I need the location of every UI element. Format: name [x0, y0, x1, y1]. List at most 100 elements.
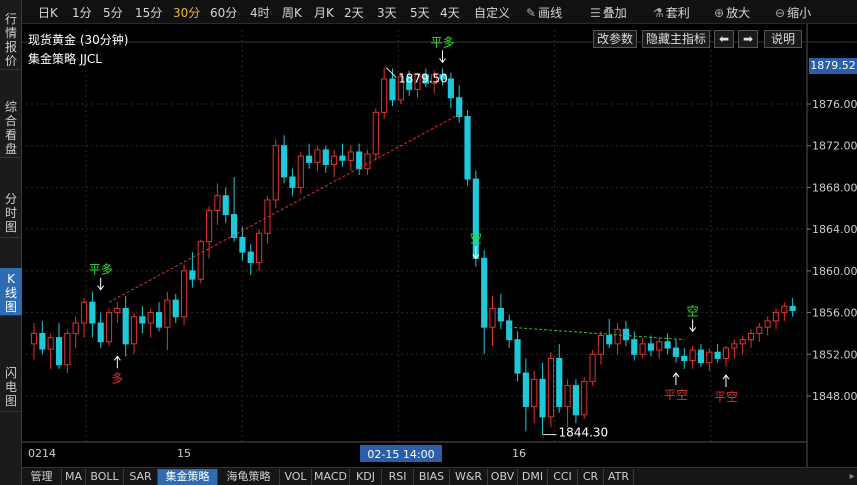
indicator-tabs: 管理 MA BOLL SAR 集金策略 海龟策略 VOL MACD KDJ RS… [22, 467, 857, 485]
period-week[interactable]: 周K [282, 4, 302, 21]
candle-body [347, 151, 354, 161]
period-2day[interactable]: 2天 [344, 4, 364, 21]
tabs-scroll-right-icon[interactable]: ▸ [847, 468, 857, 485]
candle [531, 370, 538, 424]
signal-marker: 空 [687, 304, 699, 333]
candle-body [164, 299, 171, 328]
period-toolbar: 日K 1分 5分 15分 30分 60分 4时 周K 月K 2天 3天 5天 4… [22, 0, 857, 24]
next-button[interactable]: ➡ [738, 30, 758, 48]
tab-bias[interactable]: BIAS [414, 469, 450, 485]
period-30min[interactable]: 30分 [173, 4, 200, 21]
tab-sar[interactable]: SAR [124, 469, 158, 485]
candle [656, 337, 663, 359]
trend-line [509, 326, 685, 341]
tab-flash[interactable]: 闪电图 [0, 362, 22, 412]
tab-rsi[interactable]: RSI [382, 469, 414, 485]
period-month[interactable]: 月K [314, 4, 334, 21]
zoom-in-tool[interactable]: ⊕ 放大 [714, 4, 750, 21]
period-60min[interactable]: 60分 [210, 4, 237, 21]
arbitrage-tool[interactable]: ⚗ 套利 [653, 4, 690, 21]
candle [456, 85, 463, 123]
period-custom[interactable]: 自定义 [474, 4, 510, 21]
candle [756, 323, 763, 342]
candle [581, 377, 588, 419]
tab-obv[interactable]: OBV [488, 469, 518, 485]
strategy-label: 集金策略 JJCL [28, 52, 102, 66]
price-tick-label: 1868.00 [812, 181, 857, 194]
candle [39, 320, 46, 355]
candle [147, 308, 154, 338]
candle [239, 227, 246, 261]
price-tick-label: 1856.00 [812, 307, 857, 320]
price-tick-label: 1860.00 [812, 265, 857, 278]
signal-arrow-up-icon [722, 374, 730, 388]
tab-timeshare[interactable]: 分时图 [0, 188, 22, 238]
candle-body [597, 335, 604, 355]
hide-main-indicator-button[interactable]: 隐藏主指标 [642, 30, 710, 48]
layers-icon: ☰ [590, 6, 601, 20]
candle-body [464, 116, 471, 180]
price-tick-label: 1872.00 [812, 140, 857, 153]
candle-body [789, 305, 796, 311]
tab-atr[interactable]: ATR [604, 469, 634, 485]
candle-body [539, 378, 546, 418]
signal-marker: 空 [470, 231, 482, 260]
tab-cr[interactable]: CR [578, 469, 604, 485]
candle-body [547, 357, 554, 418]
candle [722, 345, 730, 367]
candle [247, 243, 254, 276]
candle [764, 316, 771, 336]
tab-cci[interactable]: CCI [548, 469, 578, 485]
price-tick-label: 1876.00 [812, 98, 857, 111]
change-params-button[interactable]: 改参数 [593, 30, 637, 48]
candle-body [497, 307, 504, 322]
prev-button[interactable]: ⬅ [714, 30, 734, 48]
tab-overview[interactable]: 综合看盘 [0, 96, 22, 158]
candle [614, 323, 621, 355]
signal-label: 空 [687, 304, 699, 318]
candle-body [581, 380, 588, 416]
tab-turtle[interactable]: 海龟策略 [218, 469, 280, 485]
candle-body [189, 270, 196, 280]
candle-body [714, 351, 721, 359]
period-3day[interactable]: 3天 [377, 4, 397, 21]
candle-body [356, 151, 363, 170]
tab-manage[interactable]: 管理 [22, 469, 62, 485]
period-day[interactable]: 日K [38, 4, 58, 21]
period-4day[interactable]: 4天 [440, 4, 460, 21]
candle [489, 295, 496, 346]
tab-boll[interactable]: BOLL [86, 469, 124, 485]
candle-body [197, 241, 204, 280]
help-button[interactable]: 说明 [764, 30, 802, 48]
tab-macd[interactable]: MACD [312, 469, 350, 485]
tab-ma[interactable]: MA [62, 469, 86, 485]
tab-dmi[interactable]: DMI [518, 469, 548, 485]
tab-kdj[interactable]: KDJ [350, 469, 382, 485]
candle [205, 206, 213, 259]
candle [506, 314, 513, 349]
draw-line-tool[interactable]: ✎ 画线 [526, 4, 562, 21]
kline-chart[interactable]: 1876.00 1872.00 1868.00 1864.00 1860.00 1856.… [22, 24, 857, 467]
period-1min[interactable]: 1分 [72, 4, 92, 21]
candle [547, 352, 554, 428]
candle [381, 67, 388, 119]
candle-body [456, 97, 463, 118]
candle-body [656, 341, 663, 351]
tab-jjcl[interactable]: 集金策略 [158, 469, 218, 485]
period-4h[interactable]: 4时 [250, 4, 270, 21]
period-5min[interactable]: 5分 [103, 4, 123, 21]
candle [789, 297, 796, 317]
candle-body [681, 355, 688, 362]
tab-vol[interactable]: VOL [280, 469, 312, 485]
tab-quotes[interactable]: 行情报价 [0, 8, 22, 70]
candle-body [139, 316, 146, 324]
zoom-out-tool[interactable]: ⊖ 缩小 [775, 4, 811, 21]
tab-kline[interactable]: K线图 [0, 268, 22, 316]
candle-body [722, 347, 730, 359]
candles [30, 67, 796, 435]
tab-wr[interactable]: W&R [450, 469, 488, 485]
overlay-tool[interactable]: ☰ 叠加 [590, 4, 627, 21]
signal-label: 空 [470, 231, 482, 245]
period-15min[interactable]: 15分 [135, 4, 162, 21]
period-5day[interactable]: 5天 [410, 4, 430, 21]
